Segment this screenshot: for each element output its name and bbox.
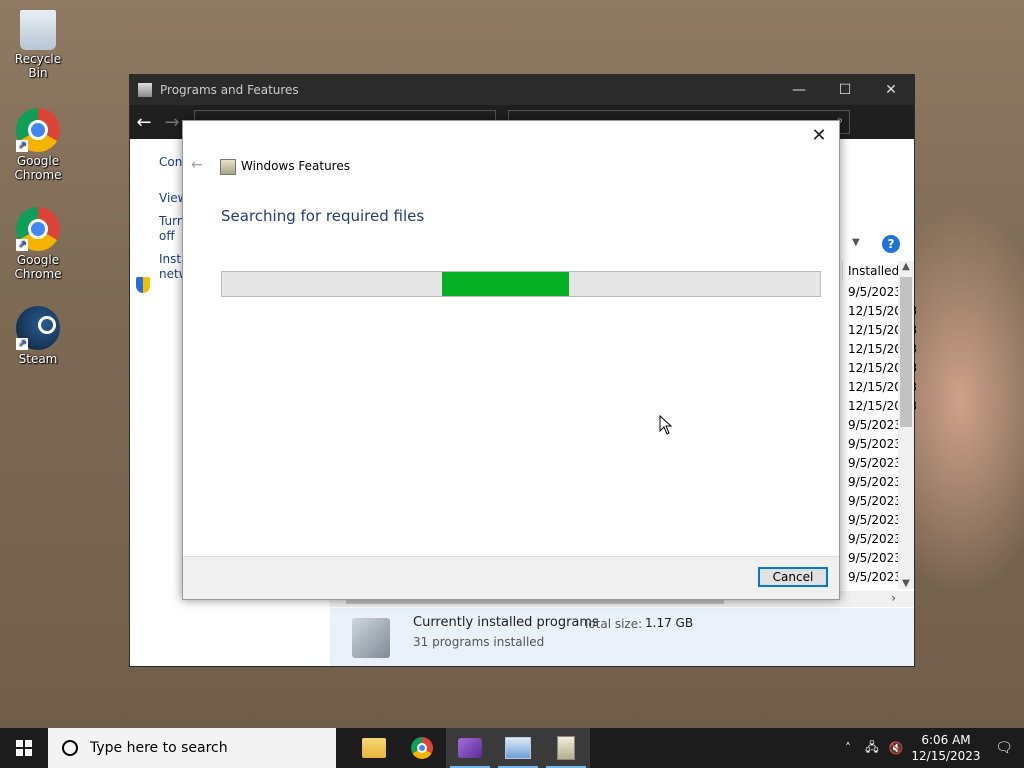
search-icon: [62, 740, 78, 756]
recycle-bin-icon: [20, 10, 56, 50]
scroll-up-arrow-icon[interactable]: ▲: [898, 261, 914, 272]
windows-features-icon: [220, 159, 236, 175]
chrome-icon: [411, 737, 433, 759]
desktop-icon-google-chrome-2[interactable]: ↗ Google Chrome: [4, 207, 72, 281]
chrome-icon: ↗: [16, 108, 60, 152]
vertical-scrollbar[interactable]: ▲ ▼: [898, 261, 914, 589]
clock-date: 12/15/2023: [911, 749, 981, 763]
details-title: Currently installed programs: [413, 615, 599, 630]
minimize-button[interactable]: —: [776, 82, 822, 98]
view-options-dropdown-icon[interactable]: ▼: [852, 237, 860, 248]
uac-shield-icon: [136, 277, 150, 293]
desktop-icon-recycle-bin[interactable]: Recycle Bin: [4, 10, 72, 80]
notifications-icon[interactable]: 🗨: [984, 740, 1024, 756]
dialog-title: Windows Features: [241, 159, 350, 173]
mouse-cursor-icon: [659, 415, 673, 435]
close-button[interactable]: ✕: [868, 82, 914, 98]
taskbar-windows-features[interactable]: [542, 728, 590, 768]
back-arrow-icon[interactable]: ←: [130, 112, 158, 133]
windows-features-dialog: ✕ ← Windows Features Searching for requi…: [182, 120, 840, 600]
scroll-down-arrow-icon[interactable]: ▼: [898, 578, 914, 589]
total-size-value: 1.17 GB: [645, 616, 694, 630]
shortcut-arrow-icon: ↗: [16, 140, 28, 152]
clock[interactable]: 6:06 AM 12/15/2023: [908, 732, 984, 764]
program-count: 31 programs installed: [413, 635, 545, 649]
desktop-icon-label: Recycle Bin: [14, 52, 62, 80]
file-explorer-icon: [362, 738, 386, 758]
progress-bar-fill: [442, 272, 569, 296]
desktop-icon-steam[interactable]: ↗ Steam: [4, 306, 72, 366]
window-titlebar[interactable]: Programs and Features — ☐ ✕: [130, 75, 914, 105]
taskbar-file-explorer[interactable]: [350, 728, 398, 768]
start-button[interactable]: [0, 728, 48, 768]
steam-icon: ↗: [16, 306, 60, 350]
dialog-footer: Cancel: [183, 556, 839, 599]
clock-time: 6:06 AM: [921, 733, 971, 747]
desktop-icon-label: Google Chrome: [14, 154, 62, 182]
left-pane-link-control-panel-home[interactable]: Con: [159, 155, 182, 169]
taskbar: Type here to search ˄ 🖧 🔇 6:06 AM 12/15/…: [0, 728, 1024, 768]
scrollbar-thumb[interactable]: [900, 277, 912, 427]
installed-programs-icon: [352, 618, 390, 658]
show-hidden-icons-chevron-icon[interactable]: ˄: [836, 741, 860, 755]
taskbar-control-panel[interactable]: [494, 728, 542, 768]
window-title: Programs and Features: [160, 83, 299, 97]
total-size-label: Total size:: [583, 617, 643, 631]
taskbar-search-box[interactable]: Type here to search: [48, 728, 336, 768]
progress-bar: [221, 271, 821, 297]
details-pane: Currently installed programs Total size:…: [330, 608, 914, 666]
volume-muted-icon[interactable]: 🔇: [884, 741, 908, 755]
search-placeholder: Type here to search: [90, 740, 228, 756]
left-pane-link-turn-features-line2[interactable]: off: [159, 229, 175, 243]
maximize-button[interactable]: ☐: [822, 82, 868, 98]
system-tray: ˄ 🖧 🔇 6:06 AM 12/15/2023 🗨: [836, 728, 1024, 768]
network-icon[interactable]: 🖧: [860, 738, 884, 759]
shortcut-arrow-icon: ↗: [16, 338, 28, 350]
desktop-icon-label: Steam: [18, 352, 58, 366]
cancel-button[interactable]: Cancel: [758, 567, 828, 587]
taskbar-chrome[interactable]: [398, 728, 446, 768]
help-icon[interactable]: ?: [882, 235, 900, 253]
back-arrow-icon[interactable]: ←: [191, 157, 203, 173]
control-panel-icon: [138, 83, 152, 97]
taskbar-visual-studio-installer[interactable]: [446, 728, 494, 768]
desktop-icon-google-chrome[interactable]: ↗ Google Chrome: [4, 108, 72, 182]
scroll-right-arrow-icon[interactable]: ›: [891, 591, 896, 605]
windows-features-icon: [557, 736, 575, 760]
visual-studio-icon: [458, 738, 482, 758]
dialog-heading: Searching for required files: [221, 207, 425, 225]
control-panel-icon: [505, 737, 531, 759]
dialog-close-icon[interactable]: ✕: [807, 125, 831, 146]
desktop-icon-label: Google Chrome: [14, 253, 62, 281]
chrome-icon: ↗: [16, 207, 60, 251]
left-pane-link-turn-features[interactable]: Turn: [159, 214, 184, 228]
windows-logo-icon: [16, 740, 32, 756]
shortcut-arrow-icon: ↗: [16, 239, 28, 251]
